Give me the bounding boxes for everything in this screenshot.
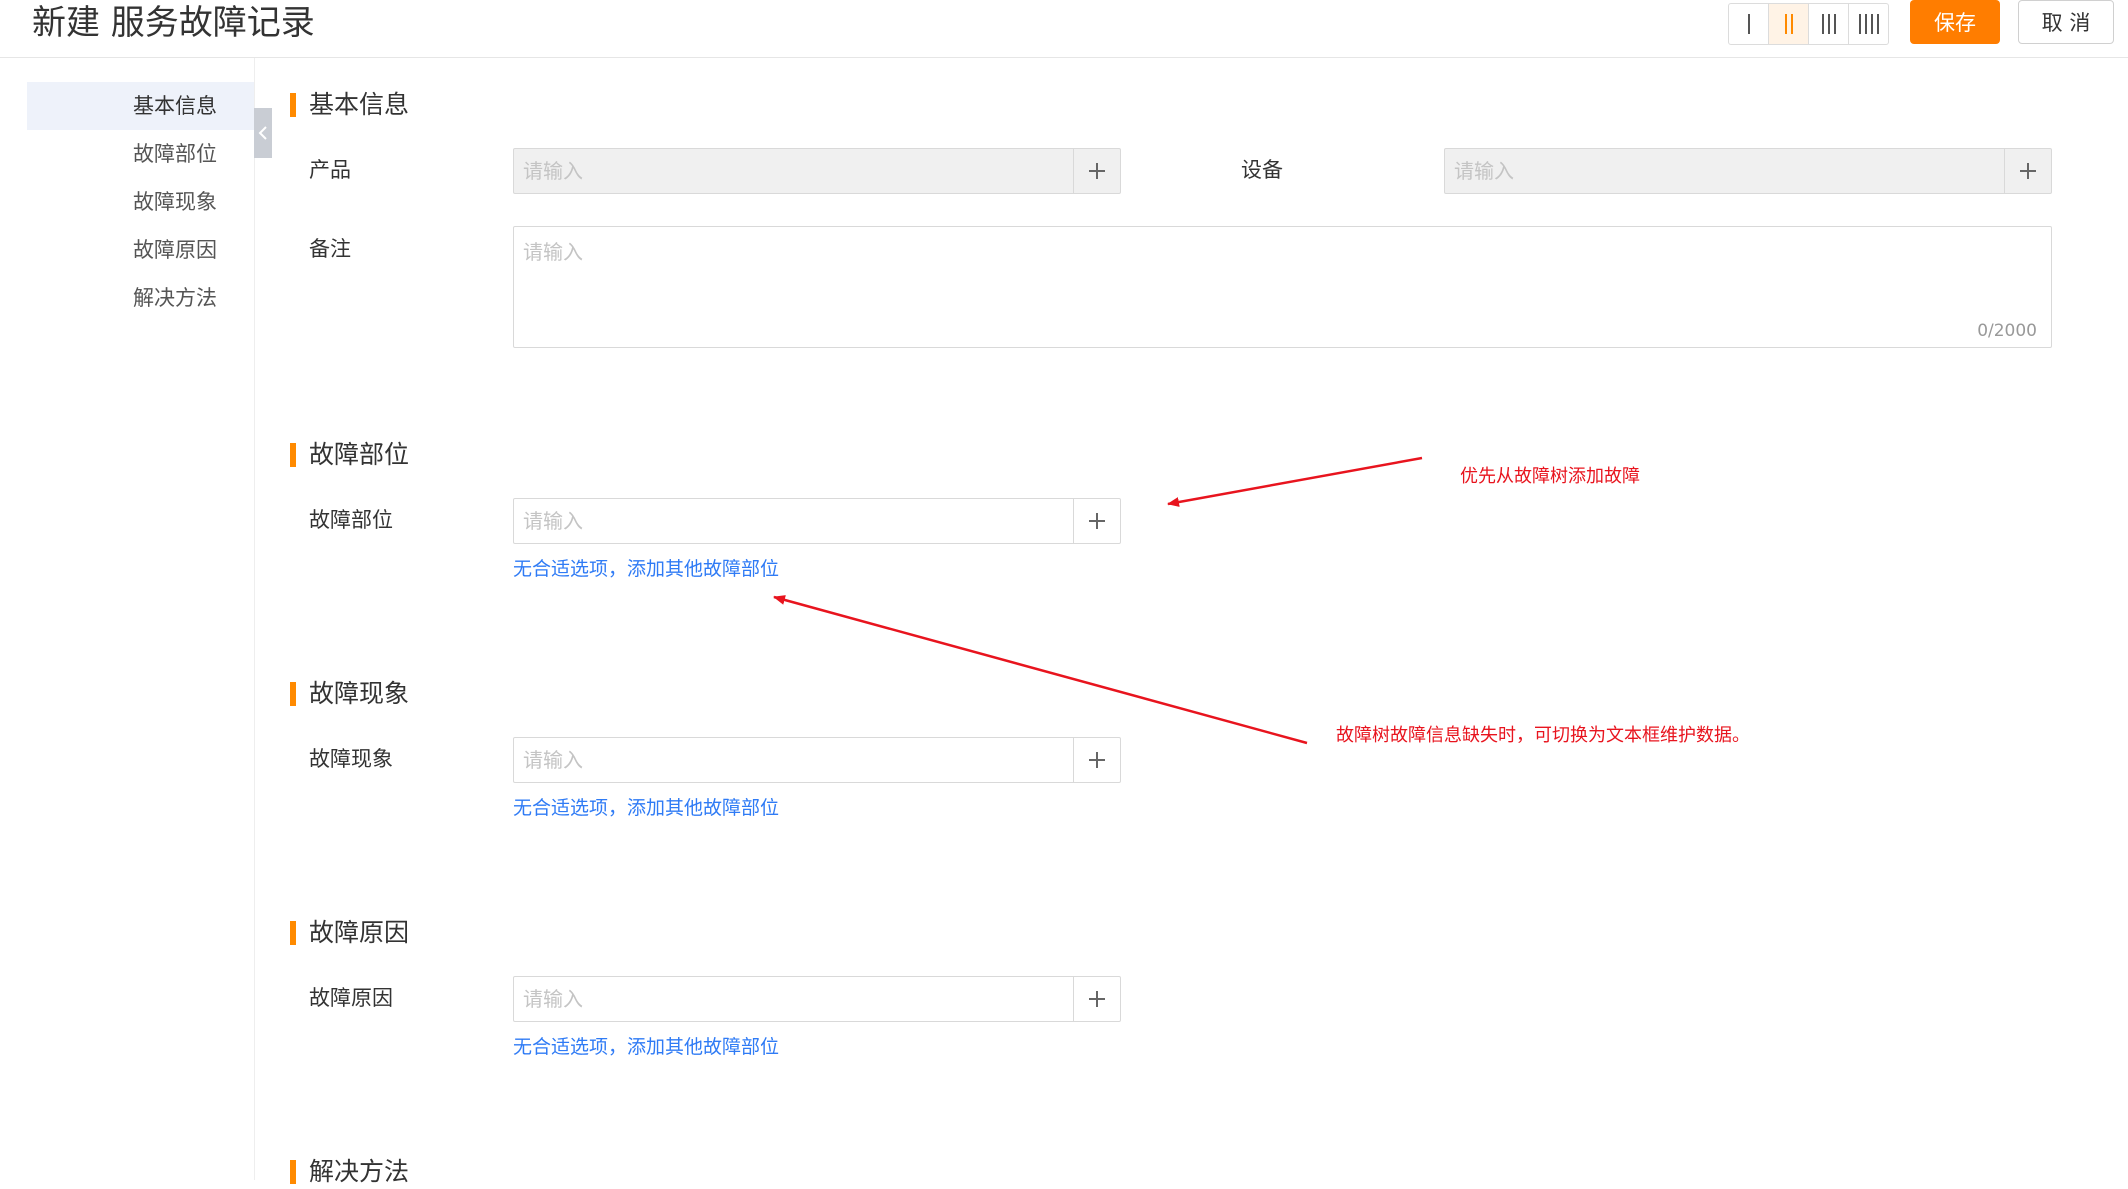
section-title-fault-part: 故障部位 bbox=[290, 438, 409, 472]
annotation-fault-tree-priority: 优先从故障树添加故障 bbox=[1460, 466, 1640, 487]
sidebar-item-solution[interactable]: 解决方法 bbox=[27, 274, 254, 322]
fault-part-add-other-link[interactable]: 无合适选项，添加其他故障部位 bbox=[513, 554, 779, 581]
fault-part-input[interactable] bbox=[514, 499, 1073, 543]
product-add-button[interactable] bbox=[1073, 149, 1120, 193]
plus-icon bbox=[1089, 991, 1105, 1007]
sidebar-item-fault-phenomenon[interactable]: 故障现象 bbox=[27, 178, 254, 226]
fault-part-label: 故障部位 bbox=[309, 508, 393, 532]
fault-phenomenon-input[interactable] bbox=[514, 738, 1073, 782]
device-field bbox=[1444, 148, 2052, 194]
product-label: 产品 bbox=[309, 158, 351, 182]
product-input[interactable] bbox=[514, 149, 1073, 193]
fault-cause-input[interactable] bbox=[514, 977, 1073, 1021]
page-title: 新建 服务故障记录 bbox=[32, 3, 315, 43]
arrow-to-add-other-link bbox=[773, 595, 1308, 745]
device-input[interactable] bbox=[1445, 149, 2004, 193]
two-column-icon bbox=[1784, 14, 1793, 34]
device-label: 设备 bbox=[1241, 158, 1283, 182]
arrow-to-fault-part-field bbox=[1167, 456, 1423, 507]
remark-field: 0/2000 bbox=[513, 226, 2052, 348]
remark-char-counter: 0/2000 bbox=[1977, 321, 2037, 341]
fault-phenomenon-field bbox=[513, 737, 1121, 783]
plus-icon bbox=[2020, 163, 2036, 179]
sidebar-item-fault-part[interactable]: 故障部位 bbox=[27, 130, 254, 178]
section-title-solution: 解决方法 bbox=[290, 1155, 409, 1189]
one-column-icon bbox=[1747, 14, 1750, 34]
four-column-icon bbox=[1858, 14, 1879, 34]
save-button[interactable]: 保存 bbox=[1910, 0, 2000, 44]
plus-icon bbox=[1089, 752, 1105, 768]
fault-phenomenon-label: 故障现象 bbox=[309, 747, 393, 771]
sidebar-item-basic-info[interactable]: 基本信息 bbox=[27, 82, 254, 130]
fault-part-field bbox=[513, 498, 1121, 544]
section-title-basic-info: 基本信息 bbox=[290, 88, 409, 122]
plus-icon bbox=[1089, 513, 1105, 529]
plus-icon bbox=[1089, 163, 1105, 179]
device-add-button[interactable] bbox=[2004, 149, 2051, 193]
section-title-fault-phenomenon: 故障现象 bbox=[290, 677, 409, 711]
remark-textarea[interactable] bbox=[514, 227, 2051, 347]
fault-phenomenon-add-other-link[interactable]: 无合适选项，添加其他故障部位 bbox=[513, 793, 779, 820]
layout-4-column-button[interactable] bbox=[1849, 4, 1888, 44]
fault-cause-add-other-link[interactable]: 无合适选项，添加其他故障部位 bbox=[513, 1032, 779, 1059]
fault-phenomenon-add-button[interactable] bbox=[1073, 738, 1120, 782]
layout-1-column-button[interactable] bbox=[1729, 4, 1769, 44]
product-field bbox=[513, 148, 1121, 194]
section-nav: 基本信息 故障部位 故障现象 故障原因 解决方法 bbox=[0, 58, 255, 1180]
sidebar-collapse-toggle[interactable] bbox=[254, 108, 272, 158]
section-title-fault-cause: 故障原因 bbox=[290, 916, 409, 950]
column-layout-switch bbox=[1728, 3, 1889, 45]
layout-2-column-button[interactable] bbox=[1769, 4, 1809, 44]
fault-cause-add-button[interactable] bbox=[1073, 977, 1120, 1021]
chevron-left-icon bbox=[258, 126, 267, 140]
annotation-text-fallback: 故障树故障信息缺失时，可切换为文本框维护数据。 bbox=[1336, 725, 1750, 746]
fault-part-add-button[interactable] bbox=[1073, 499, 1120, 543]
page-header: 新建 服务故障记录 保存 取 消 bbox=[0, 0, 2128, 58]
three-column-icon bbox=[1821, 14, 1836, 34]
remark-label: 备注 bbox=[309, 237, 351, 261]
layout-3-column-button[interactable] bbox=[1809, 4, 1849, 44]
sidebar-item-fault-cause[interactable]: 故障原因 bbox=[27, 226, 254, 274]
fault-cause-field bbox=[513, 976, 1121, 1022]
cancel-button[interactable]: 取 消 bbox=[2018, 0, 2114, 44]
fault-cause-label: 故障原因 bbox=[309, 986, 393, 1010]
